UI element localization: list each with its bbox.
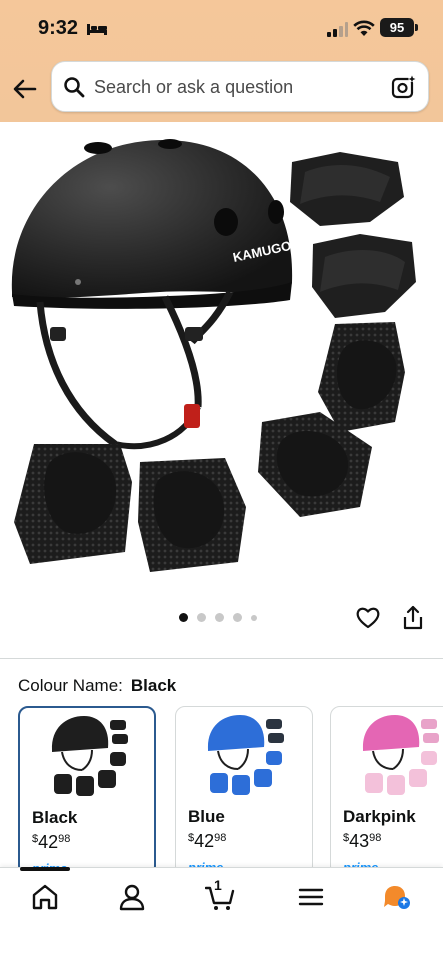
rufus-assistant-icon [384, 886, 410, 909]
battery-indicator: 95 [380, 18, 418, 37]
carousel-dot[interactable] [215, 613, 224, 622]
swatch-price: $4398 [343, 831, 382, 851]
share-icon[interactable] [401, 605, 425, 631]
product-image[interactable]: KAMUGO [0, 122, 443, 602]
carousel-dot[interactable] [197, 613, 206, 622]
swatch-darkpink[interactable]: Darkpink $4398 prime [330, 706, 443, 874]
swatch-black[interactable]: Black $4298 prime [18, 706, 156, 874]
cart-count: 1 [214, 877, 222, 893]
home-icon [32, 884, 58, 910]
hamburger-menu-icon [298, 888, 324, 906]
swatch-name: Blue [188, 807, 225, 826]
carousel-dot[interactable] [179, 613, 188, 622]
header-background: 9:32 95 [0, 0, 443, 122]
carousel-dot[interactable] [251, 614, 257, 621]
heart-icon[interactable] [355, 605, 381, 631]
swatch-price: $4298 [32, 832, 71, 852]
wifi-icon [353, 20, 375, 36]
camera-lens-icon[interactable] [391, 74, 417, 100]
status-bar: 9:32 95 [0, 0, 443, 60]
status-time: 9:32 [38, 17, 79, 39]
swatch-price: $4298 [188, 831, 227, 851]
swatch-name: Black [32, 808, 78, 827]
swatch-thumbnail-black [51, 716, 128, 796]
image-carousel-dots[interactable] [179, 613, 257, 622]
cellular-signal-icon [327, 22, 348, 37]
bottom-tab-bar: 1 [0, 867, 443, 960]
variation-label-text: Colour Name: [18, 676, 123, 695]
variation-selected-value: Black [130, 676, 177, 695]
helmet-pad-set-illustration: KAMUGO [11, 139, 416, 572]
colour-swatch-list: Black $4298 prime Blue $4298 prime [18, 706, 443, 874]
person-icon [119, 884, 145, 911]
search-icon [64, 77, 85, 98]
battery-level: 95 [389, 20, 405, 35]
tab-rufus[interactable] [382, 882, 412, 912]
tab-cart[interactable]: 1 [204, 877, 235, 912]
search-bar[interactable] [51, 61, 429, 112]
back-arrow-icon[interactable] [10, 74, 40, 104]
sleep-focus-icon [87, 24, 107, 35]
tab-menu[interactable] [296, 882, 326, 912]
variation-label: Colour Name: Black [18, 676, 176, 696]
tab-active-indicator [20, 867, 70, 871]
tab-account[interactable] [117, 882, 147, 912]
tab-home[interactable] [30, 882, 60, 912]
swatch-name: Darkpink [343, 807, 416, 826]
swatch-thumbnail-darkpink [362, 715, 439, 795]
carousel-dot[interactable] [233, 613, 242, 622]
swatch-blue[interactable]: Blue $4298 prime [175, 706, 313, 874]
swatch-thumbnail-blue [207, 715, 284, 795]
search-input[interactable] [94, 72, 384, 102]
section-divider [0, 658, 443, 659]
